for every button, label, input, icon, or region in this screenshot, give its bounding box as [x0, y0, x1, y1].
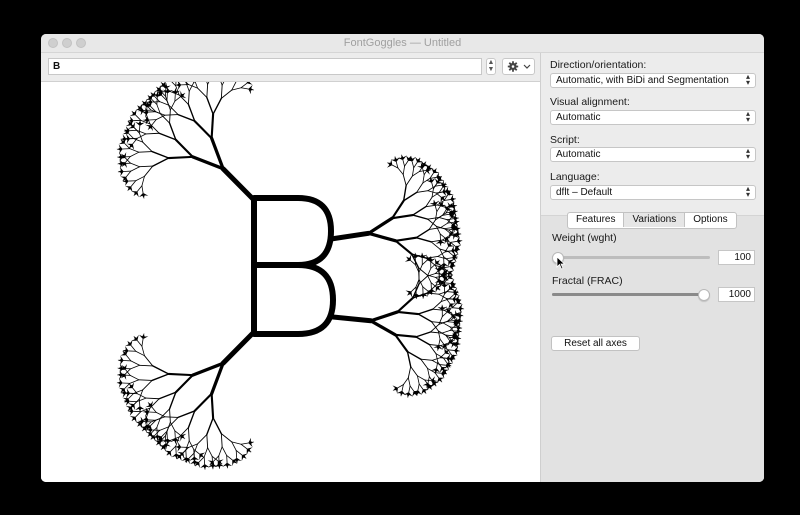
window-title: FontGoggles — Untitled: [343, 37, 462, 49]
script-select[interactable]: Automatic ▴ ▾: [550, 147, 756, 162]
reset-axes-button[interactable]: Reset all axes: [551, 336, 640, 351]
weight-label: Weight (wght): [552, 232, 617, 244]
up-down-chevron-icon: ▴ ▾: [745, 146, 750, 161]
fractal-slider[interactable]: [552, 293, 710, 296]
fractal-tree-lower-right: [330, 252, 465, 399]
gear-menu-button[interactable]: [502, 58, 535, 75]
fractal-slider-fill: [552, 293, 710, 296]
text-input[interactable]: B: [48, 58, 482, 75]
tab-features[interactable]: Features: [568, 213, 625, 227]
tab-variations[interactable]: Variations: [624, 213, 686, 227]
text-stepper[interactable]: ▲ ▼: [486, 58, 496, 75]
glyph-b-outline: [251, 195, 336, 337]
settings-sidebar: Direction/orientation: Automatic, with B…: [541, 53, 764, 482]
app-window: FontGoggles — Untitled B ▲ ▼ Direction/o…: [41, 34, 764, 482]
fractal-tree-top-left: [116, 61, 257, 203]
up-down-chevron-icon: ▴ ▾: [745, 109, 750, 124]
weight-value-field[interactable]: 100: [718, 250, 755, 265]
up-down-stepper-icon: ▲ ▼: [487, 59, 495, 73]
tab-options[interactable]: Options: [685, 213, 735, 227]
direction-label: Direction/orientation:: [550, 59, 647, 71]
gear-icon: [507, 61, 531, 72]
up-down-chevron-icon: ▴ ▾: [745, 72, 750, 87]
language-label: Language:: [550, 171, 600, 183]
fractal-label: Fractal (FRAC): [552, 275, 623, 287]
glyph-canvas[interactable]: [41, 61, 540, 482]
fractal-slider-knob[interactable]: [698, 289, 710, 301]
title-bar: FontGoggles — Untitled: [41, 34, 764, 53]
mouse-pointer-icon: [556, 256, 566, 270]
direction-select[interactable]: Automatic, with BiDi and Segmentation ▴ ▾: [550, 73, 756, 88]
up-down-chevron-icon: ▴ ▾: [745, 184, 750, 199]
preview-pane: B ▲ ▼: [41, 53, 540, 482]
fractal-value-field[interactable]: 1000: [718, 287, 755, 302]
sidebar-tabs: Features Variations Options: [567, 212, 737, 229]
fractal-tree-bottom-left: [116, 329, 257, 471]
glyph-b-fractal: [116, 61, 465, 471]
alignment-select[interactable]: Automatic ▴ ▾: [550, 110, 756, 125]
language-select[interactable]: dflt – Default ▴ ▾: [550, 185, 756, 200]
chevron-down-icon: [523, 64, 531, 69]
fractal-tree-upper-right: [328, 154, 463, 300]
weight-slider[interactable]: [552, 256, 710, 259]
alignment-label: Visual alignment:: [550, 96, 630, 108]
script-label: Script:: [550, 134, 580, 146]
